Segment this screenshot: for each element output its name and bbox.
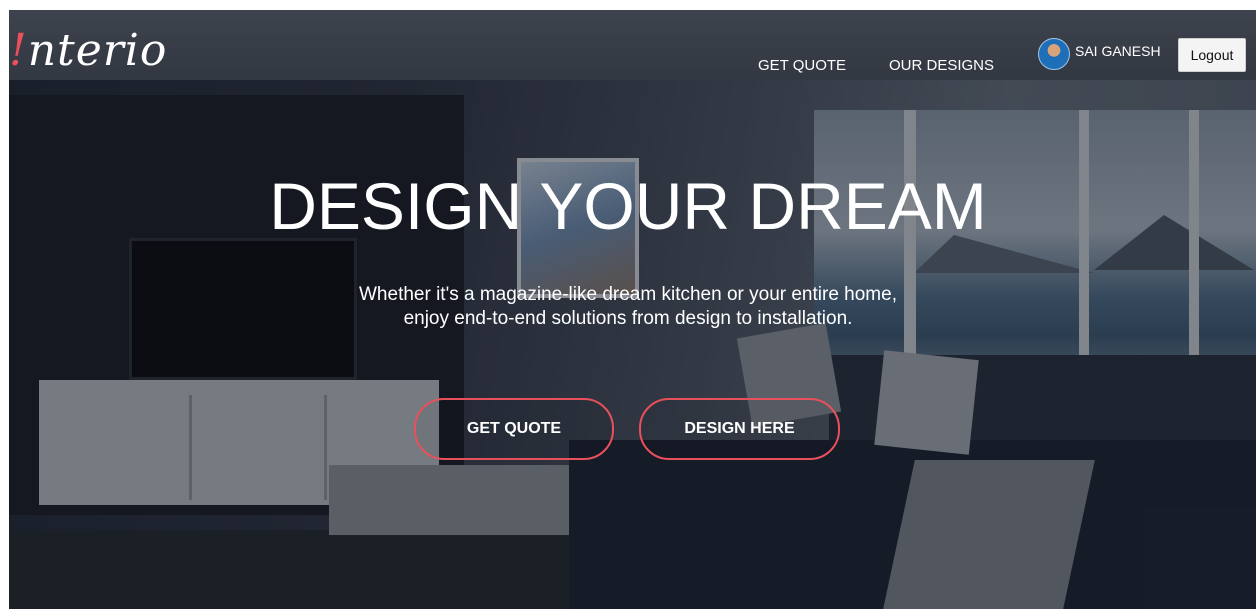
hero-headline: DESIGN YOUR DREAM [269,169,987,243]
get-quote-button[interactable]: GET QUOTE [414,398,614,460]
hero-subtext: Whether it's a magazine-like dream kitch… [359,284,897,329]
nav-get-quote-link[interactable]: GET QUOTE [758,57,846,74]
user-name[interactable]: SAI GANESH [1075,43,1161,59]
logout-button[interactable]: Logout [1178,38,1246,72]
user-avatar-icon[interactable] [1038,38,1070,70]
nav-our-designs-link[interactable]: OUR DESIGNS [889,57,994,74]
logo-text: nterio [27,25,168,76]
site-logo[interactable]: !nterio [9,25,167,76]
logo-mark: ! [9,25,28,76]
design-here-button[interactable]: DESIGN HERE [639,398,840,460]
